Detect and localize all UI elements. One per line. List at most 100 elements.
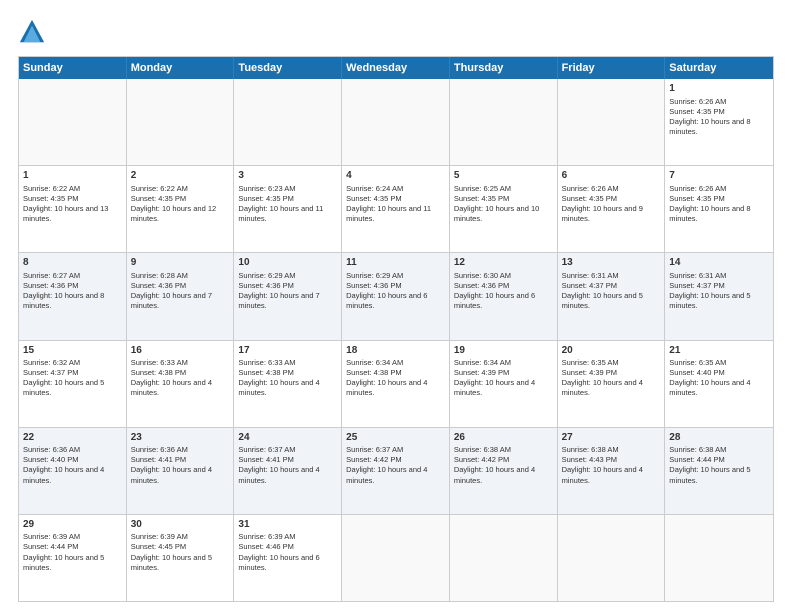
calendar-row: 1Sunrise: 6:22 AMSunset: 4:35 PMDaylight… bbox=[19, 166, 773, 253]
calendar-cell bbox=[558, 515, 666, 601]
sunset: Sunset: 4:41 PM bbox=[238, 455, 293, 464]
calendar: SundayMondayTuesdayWednesdayThursdayFrid… bbox=[18, 56, 774, 602]
sunrise: Sunrise: 6:22 AM bbox=[23, 184, 80, 193]
page: SundayMondayTuesdayWednesdayThursdayFrid… bbox=[0, 0, 792, 612]
sunrise: Sunrise: 6:29 AM bbox=[238, 271, 295, 280]
calendar-row: 8Sunrise: 6:27 AM Sunset: 4:36 PM Daylight… bbox=[19, 253, 773, 340]
calendar-cell: 5Sunrise: 6:25 AMSunset: 4:35 PMDaylight… bbox=[450, 166, 558, 252]
sunset: Sunset: 4:35 PM bbox=[562, 194, 617, 203]
daylight: Daylight: 10 hours and 13 minutes. bbox=[23, 204, 108, 223]
sunset: Sunset: 4:35 PM bbox=[669, 107, 724, 116]
daylight: Daylight: 10 hours and 4 minutes. bbox=[346, 465, 427, 484]
calendar-cell: 12Sunrise: 6:30 AMSunset: 4:36 PMDayligh… bbox=[450, 253, 558, 339]
sunset: Sunset: 4:43 PM bbox=[562, 455, 617, 464]
sunset: Sunset: 4:35 PM bbox=[238, 194, 293, 203]
calendar-cell: 26Sunrise: 6:38 AMSunset: 4:42 PMDayligh… bbox=[450, 428, 558, 514]
calendar-cell: 23Sunrise: 6:36 AMSunset: 4:41 PMDayligh… bbox=[127, 428, 235, 514]
sunset: Sunset: 4:35 PM bbox=[669, 194, 724, 203]
sunset: Sunset: 4:36 PM bbox=[131, 281, 186, 290]
calendar-cell: 24Sunrise: 6:37 AMSunset: 4:41 PMDayligh… bbox=[234, 428, 342, 514]
calendar-cell: 27Sunrise: 6:38 AMSunset: 4:43 PMDayligh… bbox=[558, 428, 666, 514]
sunset: Sunset: 4:39 PM bbox=[562, 368, 617, 377]
calendar-cell bbox=[234, 79, 342, 165]
day-number: 1 bbox=[669, 82, 769, 96]
sunrise: Sunrise: 6:34 AM bbox=[346, 358, 403, 367]
sunset: Sunset: 4:37 PM bbox=[23, 368, 78, 377]
calendar-cell: 7Sunrise: 6:26 AMSunset: 4:35 PMDaylight… bbox=[665, 166, 773, 252]
daylight: Daylight: 10 hours and 8 minutes. bbox=[23, 291, 104, 310]
sunrise: Sunrise: 6:28 AM bbox=[131, 271, 188, 280]
day-number: 30 bbox=[131, 518, 230, 532]
calendar-row: 22Sunrise: 6:36 AMSunset: 4:40 PMDayligh… bbox=[19, 428, 773, 515]
daylight: Daylight: 10 hours and 5 minutes. bbox=[669, 291, 750, 310]
daylight: Daylight: 10 hours and 5 minutes. bbox=[131, 553, 212, 572]
calendar-cell: 20Sunrise: 6:35 AMSunset: 4:39 PMDayligh… bbox=[558, 341, 666, 427]
calendar-cell bbox=[342, 79, 450, 165]
calendar-cell: 6Sunrise: 6:26 AMSunset: 4:35 PMDaylight… bbox=[558, 166, 666, 252]
daylight: Daylight: 10 hours and 9 minutes. bbox=[562, 204, 643, 223]
daylight: Daylight: 10 hours and 6 minutes. bbox=[454, 291, 535, 310]
day-number: 31 bbox=[238, 518, 337, 532]
sunset: Sunset: 4:35 PM bbox=[23, 194, 78, 203]
daylight: Daylight: 10 hours and 4 minutes. bbox=[454, 465, 535, 484]
calendar-cell: 8Sunrise: 6:27 AMSunset: 4:36 PMDaylight… bbox=[19, 253, 127, 339]
day-number: 15 bbox=[23, 344, 122, 358]
day-number: 19 bbox=[454, 344, 553, 358]
sunrise: Sunrise: 6:26 AM bbox=[669, 97, 726, 106]
sunrise: Sunrise: 6:38 AM bbox=[454, 445, 511, 454]
day-number: 13 bbox=[562, 256, 661, 270]
sunrise: Sunrise: 6:25 AM bbox=[454, 184, 511, 193]
day-number: 4 bbox=[346, 169, 445, 183]
day-number: 23 bbox=[131, 431, 230, 445]
daylight: Daylight: 10 hours and 5 minutes. bbox=[562, 291, 643, 310]
sunrise: Sunrise: 6:33 AM bbox=[238, 358, 295, 367]
daylight: Daylight: 10 hours and 4 minutes. bbox=[238, 465, 319, 484]
day-number: 20 bbox=[562, 344, 661, 358]
sunrise: Sunrise: 6:27 AM bbox=[23, 271, 80, 280]
calendar-cell: 28Sunrise: 6:38 AMSunset: 4:44 PMDayligh… bbox=[665, 428, 773, 514]
sunrise: Sunrise: 6:33 AM bbox=[131, 358, 188, 367]
daylight: Daylight: 10 hours and 4 minutes. bbox=[131, 465, 212, 484]
header-day: Sunday bbox=[19, 57, 127, 79]
sunset: Sunset: 4:38 PM bbox=[346, 368, 401, 377]
day-number: 17 bbox=[238, 344, 337, 358]
sunset: Sunset: 4:35 PM bbox=[454, 194, 509, 203]
day-number: 28 bbox=[669, 431, 769, 445]
sunrise: Sunrise: 6:38 AM bbox=[562, 445, 619, 454]
calendar-row: 1Sunrise: 6:26 AMSunset: 4:35 PMDaylight… bbox=[19, 79, 773, 166]
sunset: Sunset: 4:45 PM bbox=[131, 542, 186, 551]
daylight: Daylight: 10 hours and 11 minutes. bbox=[346, 204, 431, 223]
calendar-cell: 1Sunrise: 6:26 AMSunset: 4:35 PMDaylight… bbox=[665, 79, 773, 165]
calendar-cell: 4Sunrise: 6:24 AMSunset: 4:35 PMDaylight… bbox=[342, 166, 450, 252]
sunset: Sunset: 4:44 PM bbox=[23, 542, 78, 551]
daylight: Daylight: 10 hours and 4 minutes. bbox=[669, 378, 750, 397]
sunrise: Sunrise: 6:35 AM bbox=[669, 358, 726, 367]
calendar-cell bbox=[127, 79, 235, 165]
sunrise: Sunrise: 6:39 AM bbox=[131, 532, 188, 541]
sunset: Sunset: 4:42 PM bbox=[346, 455, 401, 464]
calendar-cell: 19Sunrise: 6:34 AMSunset: 4:39 PMDayligh… bbox=[450, 341, 558, 427]
sunrise: Sunrise: 6:31 AM bbox=[562, 271, 619, 280]
daylight: Daylight: 10 hours and 7 minutes. bbox=[238, 291, 319, 310]
sunset: Sunset: 4:40 PM bbox=[23, 455, 78, 464]
calendar-cell bbox=[19, 79, 127, 165]
sunrise: Sunrise: 6:39 AM bbox=[23, 532, 80, 541]
sunset: Sunset: 4:35 PM bbox=[346, 194, 401, 203]
day-number: 8 bbox=[23, 256, 122, 270]
calendar-cell: 14Sunrise: 6:31 AMSunset: 4:37 PMDayligh… bbox=[665, 253, 773, 339]
sunset: Sunset: 4:38 PM bbox=[238, 368, 293, 377]
day-number: 21 bbox=[669, 344, 769, 358]
day-number: 1 bbox=[23, 169, 122, 183]
calendar-cell: 3Sunrise: 6:23 AMSunset: 4:35 PMDaylight… bbox=[234, 166, 342, 252]
daylight: Daylight: 10 hours and 4 minutes. bbox=[346, 378, 427, 397]
sunset: Sunset: 4:35 PM bbox=[131, 194, 186, 203]
calendar-cell: 11Sunrise: 6:29 AMSunset: 4:36 PMDayligh… bbox=[342, 253, 450, 339]
day-number: 6 bbox=[562, 169, 661, 183]
day-number: 5 bbox=[454, 169, 553, 183]
sunrise: Sunrise: 6:22 AM bbox=[131, 184, 188, 193]
header-day: Wednesday bbox=[342, 57, 450, 79]
calendar-header: SundayMondayTuesdayWednesdayThursdayFrid… bbox=[19, 57, 773, 79]
day-number: 12 bbox=[454, 256, 553, 270]
daylight: Daylight: 10 hours and 10 minutes. bbox=[454, 204, 539, 223]
daylight: Daylight: 10 hours and 4 minutes. bbox=[454, 378, 535, 397]
